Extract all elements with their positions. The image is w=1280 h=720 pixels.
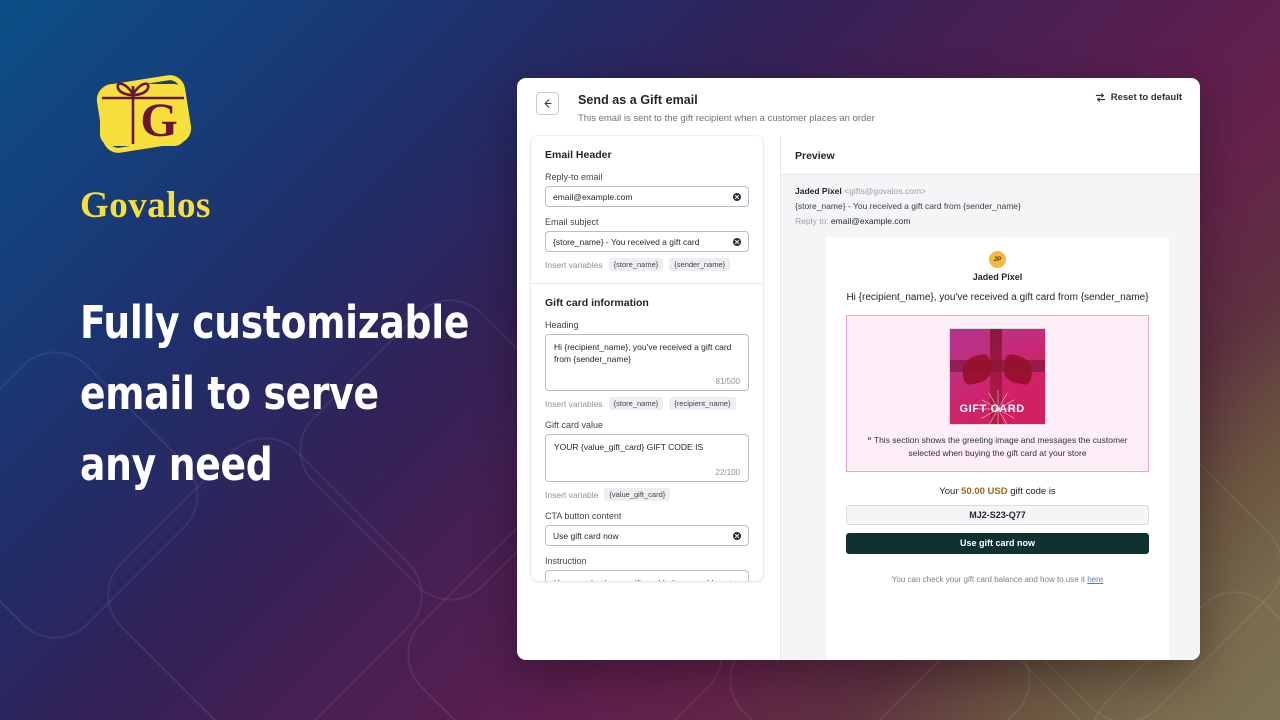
heading-textarea[interactable]: Hi {recipient_name}, you've received a g… (545, 334, 749, 391)
gift-quote: “ This section shows the greeting image … (859, 434, 1136, 460)
code-suffix: gift code is (1010, 485, 1056, 497)
gift-card-image: GIFT CARD (949, 328, 1046, 425)
variable-chip[interactable]: {store_name} (608, 397, 664, 410)
gift-card-logo-icon: G (96, 75, 192, 153)
field-gift-card-value: Gift card value YOUR {value_gift_card} G… (545, 420, 749, 501)
quote-mark: “ (867, 435, 872, 445)
insert-variables-row: Insert variables {store_name} {recipient… (545, 397, 749, 410)
bow-left (959, 352, 994, 385)
use-gift-card-button[interactable]: Use gift card now (846, 532, 1149, 554)
field-cta-button-content: CTA button content Use gift card now (545, 511, 749, 546)
section-title: Email Header (545, 149, 612, 161)
page-subtitle: This email is sent to the gift recipient… (578, 113, 875, 124)
preview-title: Preview (781, 136, 1200, 174)
insert-variables-row: Insert variables {store_name} {sender_na… (545, 258, 749, 271)
headline-line-2: email to serve (80, 367, 379, 421)
meta-sender-email: <gifts@govalos.com> (844, 186, 927, 196)
arrow-left-icon (544, 99, 552, 108)
field-label: Heading (545, 320, 579, 330)
input-value: Use gift card now (553, 530, 619, 541)
input-value: email@example.com (553, 191, 633, 202)
brand-name: Govalos (80, 185, 211, 226)
character-counter: 22/100 (715, 468, 740, 477)
gift-code-line: Your 50.00 USD gift code is (846, 486, 1149, 497)
gift-greeting-block: GIFT CARD “ This section shows the greet… (846, 315, 1149, 472)
quote-text: This section shows the greeting image an… (873, 435, 1128, 458)
gift-card-value-textarea[interactable]: YOUR {value_gift_card} GIFT CODE IS 22/1… (545, 434, 749, 482)
field-instruction: Instruction You can check your gift card… (545, 556, 749, 581)
variable-chip[interactable]: {sender_name} (669, 258, 731, 271)
textarea-value: YOUR {value_gift_card} GIFT CODE IS (554, 442, 704, 452)
insert-variables-label: Insert variable (545, 489, 599, 500)
reset-to-default-label: Reset to default (1110, 92, 1182, 103)
marketing-column: G Govalos Fully customizable email to se… (80, 64, 500, 500)
variable-chip[interactable]: {store_name} (608, 258, 664, 271)
meta-sender-name: Jaded Pixel (795, 186, 842, 196)
meta-sender: Jaded Pixel <gifts@govalos.com> (795, 186, 1186, 196)
field-email-subject: Email subject {store_name} - You receive… (545, 217, 749, 271)
instruction-textarea[interactable]: You can check your gift card balance and… (545, 570, 749, 581)
field-reply-to-email: Reply-to email email@example.com (545, 172, 749, 207)
character-counter: 81/500 (715, 377, 740, 386)
marketing-headline: Fully customizable email to serve any ne… (80, 287, 471, 500)
email-body: JP Jaded Pixel Hi {recipient_name}, you'… (826, 237, 1169, 660)
svg-text:G: G (140, 94, 177, 147)
headline-line-1: Fully customizable (80, 296, 470, 349)
clear-circle-icon[interactable] (732, 531, 742, 541)
window-body: Email Header Reply-to email email@exampl… (517, 136, 1200, 660)
field-label: CTA button content (545, 511, 622, 521)
clear-circle-icon[interactable] (732, 237, 742, 247)
back-button[interactable] (536, 92, 559, 115)
code-amount: 50.00 USD (961, 485, 1008, 497)
field-label: Reply-to email (545, 172, 603, 182)
email-store-name: Jaded Pixel (972, 272, 1023, 282)
field-heading: Heading Hi {recipient_name}, you've rece… (545, 320, 749, 410)
field-label: Gift card value (545, 420, 604, 430)
email-greeting: Hi {recipient_name}, you've received a g… (846, 292, 1149, 303)
reply-to-email-input[interactable]: email@example.com (545, 186, 749, 207)
section-email-header: Email Header Reply-to email email@exampl… (531, 136, 763, 283)
app-window: Send as a Gift email This email is sent … (517, 78, 1200, 660)
textarea-value: You can check your gift card balance and… (554, 577, 740, 581)
email-subject-input[interactable]: {store_name} - You received a gift card (545, 231, 749, 252)
field-label: Instruction (545, 556, 587, 566)
field-label: Email subject (545, 217, 599, 227)
footnote-text: You can check your gift card balance and… (891, 574, 1088, 584)
code-prefix: Your (939, 485, 959, 497)
insert-variables-label: Insert variables (545, 259, 603, 270)
avatar: JP (989, 251, 1006, 268)
form-panel: Email Header Reply-to email email@exampl… (531, 136, 763, 581)
section-title: Gift card information (545, 297, 649, 309)
footnote-link[interactable]: here (1087, 575, 1103, 584)
preview-email-meta: Jaded Pixel <gifts@govalos.com> {store_n… (781, 174, 1200, 237)
headline-line-3: any need (80, 438, 273, 492)
variable-chip[interactable]: {value_gift_card} (604, 488, 671, 501)
meta-reply-label: Reply to: (795, 216, 829, 226)
cta-button-content-input[interactable]: Use gift card now (545, 525, 749, 546)
swap-arrows-icon (1095, 93, 1105, 102)
insert-variables-label: Insert variables (545, 398, 603, 409)
section-gift-card-information: Gift card information Heading Hi {recipi… (531, 283, 763, 581)
preview-panel: Preview Jaded Pixel <gifts@govalos.com> … (780, 136, 1200, 660)
clear-circle-icon[interactable] (732, 192, 742, 202)
page-title: Send as a Gift email (578, 93, 698, 107)
reset-to-default-button[interactable]: Reset to default (1095, 92, 1182, 103)
govalos-logo: G (80, 64, 204, 178)
input-value: {store_name} - You received a gift card (553, 236, 700, 247)
meta-reply-value: email@example.com (830, 216, 911, 226)
preview-canvas: JP Jaded Pixel Hi {recipient_name}, you'… (781, 237, 1200, 660)
meta-reply-to: Reply to: email@example.com (795, 216, 1186, 226)
promo-banner: G Govalos Fully customizable email to se… (0, 0, 1280, 720)
window-header: Send as a Gift email This email is sent … (517, 78, 1200, 136)
variable-chip[interactable]: {recipient_name} (669, 397, 736, 410)
bow-right (1001, 352, 1036, 385)
meta-subject: {store_name} - You received a gift card … (795, 201, 1021, 211)
gift-code-box: MJ2-S23-Q77 (846, 504, 1149, 525)
textarea-value: Hi {recipient_name}, you've received a g… (554, 342, 732, 365)
gift-card-image-label: GIFT CARD (959, 402, 1025, 415)
email-footnote: You can check your gift card balance and… (846, 575, 1149, 584)
insert-variables-row: Insert variable {value_gift_card} (545, 488, 749, 501)
